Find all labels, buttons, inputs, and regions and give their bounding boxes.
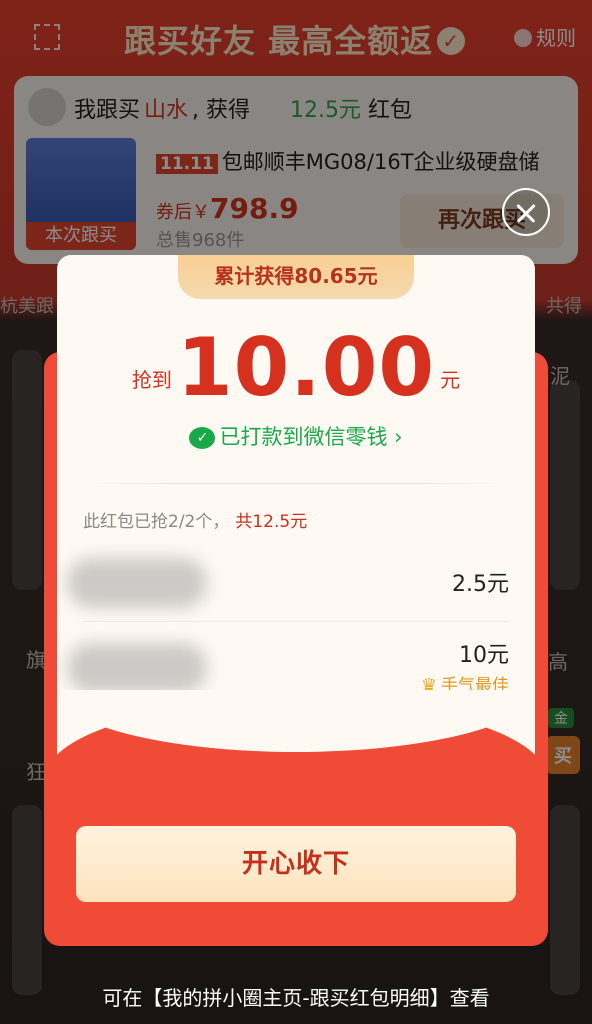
packet-summary: 此红包已抢2/2个， 共12.5元 bbox=[83, 512, 308, 532]
paid-to-wechat-link[interactable]: ✓ 已打款到微信零钱 › bbox=[57, 421, 535, 451]
list-item: 2.5元 bbox=[57, 540, 535, 626]
blurred-user bbox=[67, 558, 207, 608]
accept-button[interactable]: 开心收下 bbox=[76, 826, 516, 902]
close-icon[interactable] bbox=[502, 188, 550, 236]
chevron-right-icon: › bbox=[387, 425, 403, 449]
received-amount: 10元 bbox=[459, 643, 509, 668]
row-divider bbox=[83, 621, 509, 622]
divider bbox=[87, 483, 505, 484]
received-amount: 2.5元 bbox=[452, 572, 509, 597]
details-hint: 可在【我的拼小圈主页-跟买红包明细】查看 bbox=[102, 986, 490, 1010]
total-earned-ribbon: 累计获得80.65元 bbox=[178, 255, 414, 299]
blurred-user bbox=[67, 643, 207, 693]
grabbed-amount: 抢到 10.00 元 bbox=[131, 321, 461, 414]
wechat-pay-icon: ✓ bbox=[189, 427, 216, 449]
